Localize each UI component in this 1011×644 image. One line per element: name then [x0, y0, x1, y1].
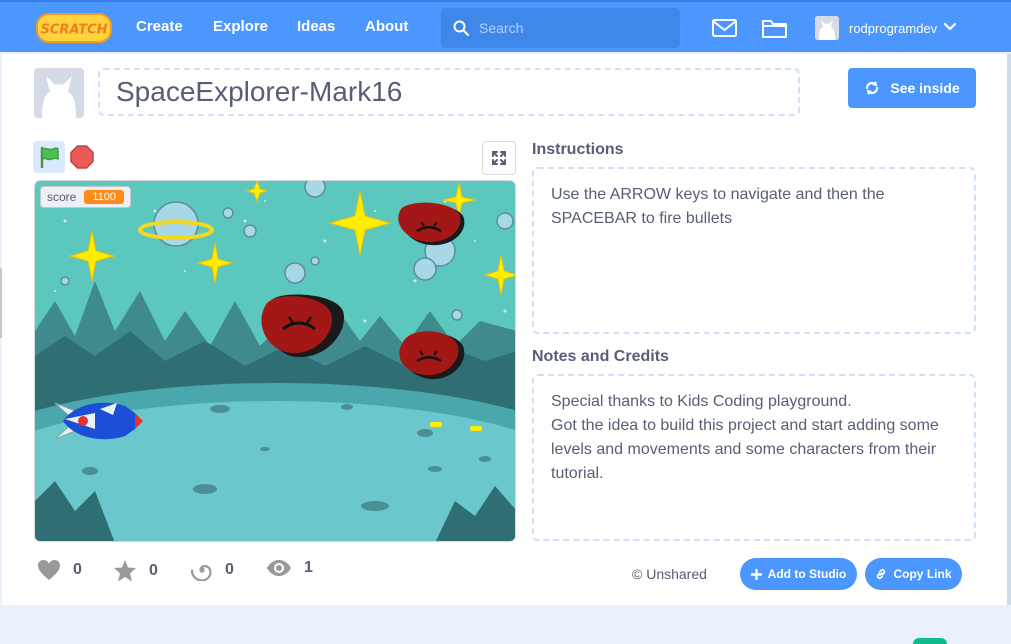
project-stage[interactable]: score 1100 [34, 180, 516, 542]
remix-swirl-icon [191, 564, 212, 581]
copy-link-label: Copy Link [893, 567, 952, 581]
remix-count: 0 [225, 561, 234, 578]
project-card: SpaceExplorer-Mark16 See inside score 11… [2, 54, 1007, 605]
instructions-textbox[interactable]: Use the ARROW keys to navigate and then … [532, 167, 976, 334]
stage-scene [35, 181, 515, 541]
link-icon [877, 569, 886, 579]
remix-stat: 0 [191, 559, 234, 581]
nav-ideas-link[interactable]: Ideas [297, 18, 335, 35]
nav-explore-link[interactable]: Explore [213, 18, 268, 35]
search-icon [453, 20, 469, 36]
messages-icon[interactable] [712, 19, 737, 37]
help-widget-tab[interactable] [913, 638, 947, 644]
add-to-studio-button[interactable]: Add to Studio [740, 558, 857, 590]
add-to-studio-label: Add to Studio [767, 567, 847, 581]
notes-heading: Notes and Credits [532, 348, 669, 365]
project-title-field[interactable]: SpaceExplorer-Mark16 [98, 68, 800, 116]
fullscreen-icon [492, 151, 506, 165]
notes-textbox[interactable]: Special thanks to Kids Coding playground… [532, 374, 976, 541]
views-stat: 1 [266, 559, 313, 577]
share-status: © Unshared [632, 566, 707, 582]
chevron-down-icon[interactable] [944, 23, 956, 31]
stop-sign-icon[interactable] [70, 145, 94, 169]
love-count: 0 [73, 561, 82, 578]
search-input[interactable] [479, 16, 669, 40]
score-monitor-value: 1100 [84, 190, 124, 204]
search-bar [441, 8, 680, 48]
copy-link-button[interactable]: Copy Link [865, 558, 962, 590]
nav-create-link[interactable]: Create [136, 18, 183, 35]
scratch-logo[interactable]: SCRATCH [36, 12, 112, 44]
window-edge [1007, 54, 1011, 605]
plus-icon [750, 568, 762, 580]
user-avatar[interactable] [815, 16, 839, 40]
project-author-avatar[interactable] [34, 68, 84, 118]
fullscreen-button[interactable] [482, 141, 516, 175]
username-label[interactable]: rodprogramdev [849, 21, 937, 36]
see-inside-label: See inside [890, 80, 960, 96]
top-navbar: SCRATCH Create Explore Ideas About rodpr… [0, 0, 1011, 52]
my-stuff-folder-icon[interactable] [762, 18, 787, 38]
heart-icon [38, 560, 60, 580]
see-inside-button[interactable]: See inside [848, 68, 976, 108]
green-flag-button[interactable] [33, 141, 65, 173]
green-flag-icon [40, 146, 59, 168]
nav-about-link[interactable]: About [365, 18, 408, 35]
eye-icon [267, 560, 291, 576]
love-stat[interactable]: 0 [37, 559, 82, 581]
favorite-stat[interactable]: 0 [113, 559, 158, 582]
score-monitor-label: score [47, 190, 77, 204]
score-monitor: score 1100 [40, 186, 131, 208]
favorite-count: 0 [149, 561, 158, 579]
remix-arrows-icon [866, 81, 879, 95]
window-edge [0, 268, 2, 338]
svg-text:SCRATCH: SCRATCH [40, 23, 107, 38]
instructions-heading: Instructions [532, 141, 624, 158]
star-icon [114, 560, 136, 582]
views-count: 1 [304, 559, 313, 576]
